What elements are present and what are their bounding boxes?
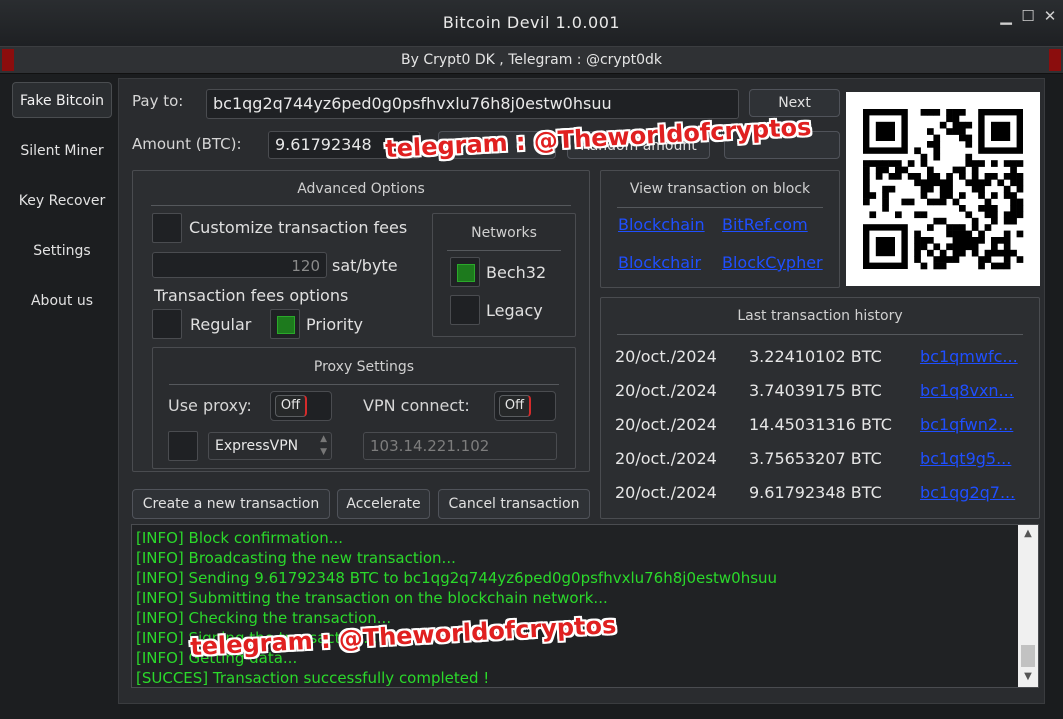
subtitle-bar: By Crypt0 DK , Telegram : @crypt0dk [0, 46, 1063, 74]
link-blockcypher[interactable]: BlockCypher [722, 253, 823, 272]
maximize-icon[interactable]: ☐ [1019, 7, 1037, 25]
fee-unit-label: sat/byte [332, 256, 398, 275]
divider [617, 207, 823, 208]
divider [617, 334, 1023, 335]
history-date: 20/oct./2024 [615, 381, 717, 400]
link-bitref[interactable]: BitRef.com [722, 215, 808, 234]
cancel-transaction-button[interactable]: Cancel transaction [438, 489, 590, 519]
link-blockchain[interactable]: Blockchain [618, 215, 705, 234]
regular-label: Regular [190, 315, 252, 334]
customize-fees-label: Customize transaction fees [189, 218, 408, 237]
sidebar-item-settings[interactable]: Settings [12, 233, 112, 269]
log-line: [SUCCES] Transaction successfully comple… [136, 669, 490, 687]
accelerate-button[interactable]: Accelerate [337, 489, 430, 519]
priority-label: Priority [306, 315, 363, 334]
proxy-settings-title: Proxy Settings [313, 359, 415, 375]
fee-options-label: Transaction fees options [154, 286, 349, 305]
pay-to-input[interactable]: bc1qg2q744yz6ped0g0psfhvxlu76h8j0estw0hs… [206, 89, 739, 119]
history-amount: 3.74039175 BTC [749, 381, 882, 400]
link-blockchair[interactable]: Blockchair [618, 253, 701, 272]
console-log[interactable]: [INFO] Block confirmation... [INFO] Broa… [131, 524, 1039, 688]
history-tx-link[interactable]: bc1qg2q7... [920, 483, 1015, 502]
subtitle: By Crypt0 DK , Telegram : @crypt0dk [401, 52, 662, 68]
scroll-up-icon[interactable]: ▲ [1018, 528, 1038, 539]
priority-checkbox[interactable] [270, 309, 300, 339]
use-proxy-toggle[interactable]: Off [270, 391, 332, 421]
log-line: [INFO] Block confirmation... [136, 529, 344, 547]
history-amount: 9.61792348 BTC [749, 483, 882, 502]
scroll-thumb[interactable] [1021, 645, 1035, 667]
title-bar: Bitcoin Devil 1.0.001 ▁ ☐ ✕ [0, 0, 1063, 46]
log-line: [INFO] Submitting the transaction on the… [136, 589, 608, 607]
amount-label: Amount (BTC): [132, 135, 242, 153]
scroll-down-icon[interactable]: ▼ [1018, 671, 1038, 682]
view-on-block-title: View transaction on block [629, 181, 811, 197]
sidebar-item-silent-miner[interactable]: Silent Miner [12, 133, 112, 169]
close-icon[interactable]: ✕ [1041, 7, 1059, 25]
proxy-ip-input[interactable]: 103.14.221.102 [363, 432, 557, 460]
customize-fees-checkbox[interactable] [152, 213, 182, 243]
create-transaction-button[interactable]: Create a new transaction [132, 489, 330, 519]
vpn-provider-value: ExpressVPN [215, 438, 299, 454]
advanced-options-title: Advanced Options [297, 181, 425, 197]
vpn-provider-select[interactable]: ExpressVPN ▲ ▼ [208, 432, 332, 460]
history-tx-link[interactable]: bc1qmwfc... [920, 347, 1018, 366]
regular-checkbox[interactable] [152, 309, 182, 339]
vpn-connect-toggle-state: Off [499, 395, 531, 417]
history-tx-link[interactable]: bc1qfwn2... [920, 415, 1013, 434]
bech32-label: Bech32 [486, 263, 547, 282]
qr-code-icon [863, 109, 1024, 270]
history-amount: 3.22410102 BTC [749, 347, 882, 366]
legacy-label: Legacy [486, 301, 543, 320]
vpn-connect-toggle[interactable]: Off [494, 391, 556, 421]
divider [169, 384, 559, 385]
history-tx-link[interactable]: bc1qt9g5... [920, 449, 1011, 468]
log-line: [INFO] Sending 9.61792348 BTC to bc1qg2q… [136, 569, 778, 587]
sidebar-item-key-recover[interactable]: Key Recover [12, 183, 112, 219]
vpn-connect-label: VPN connect: [363, 396, 470, 415]
console-scrollbar[interactable]: ▲ ▼ [1018, 525, 1038, 687]
history-tx-link[interactable]: bc1q8vxn... [920, 381, 1014, 400]
history-amount: 3.75653207 BTC [749, 449, 882, 468]
fee-input[interactable]: 120 [152, 252, 327, 278]
divider [151, 205, 571, 206]
bech32-checkbox[interactable] [450, 257, 480, 287]
window-title: Bitcoin Devil 1.0.001 [442, 13, 621, 32]
history-date: 20/oct./2024 [615, 483, 717, 502]
sidebar: Fake Bitcoin Silent Miner Key Recover Se… [0, 74, 120, 719]
use-proxy-label: Use proxy: [168, 396, 252, 415]
divider [447, 250, 561, 251]
history-date: 20/oct./2024 [615, 415, 717, 434]
spinner-arrows-icon: ▲ ▼ [320, 434, 327, 457]
right-accent [1049, 49, 1061, 71]
history-amount: 14.45031316 BTC [749, 415, 892, 434]
history-date: 20/oct./2024 [615, 347, 717, 366]
sidebar-item-fake-bitcoin[interactable]: Fake Bitcoin [12, 82, 112, 118]
networks-title: Networks [471, 225, 537, 241]
pay-to-label: Pay to: [132, 92, 184, 110]
transaction-history-title: Last transaction history [737, 308, 903, 324]
sidebar-item-about-us[interactable]: About us [12, 283, 112, 319]
qr-code [846, 92, 1040, 286]
history-date: 20/oct./2024 [615, 449, 717, 468]
log-line: [INFO] Broadcasting the new transaction.… [136, 549, 456, 567]
vpn-provider-checkbox[interactable] [168, 431, 198, 461]
minimize-icon[interactable]: ▁ [997, 7, 1015, 25]
left-accent [2, 49, 14, 71]
legacy-checkbox[interactable] [450, 295, 480, 325]
use-proxy-toggle-state: Off [275, 395, 307, 417]
